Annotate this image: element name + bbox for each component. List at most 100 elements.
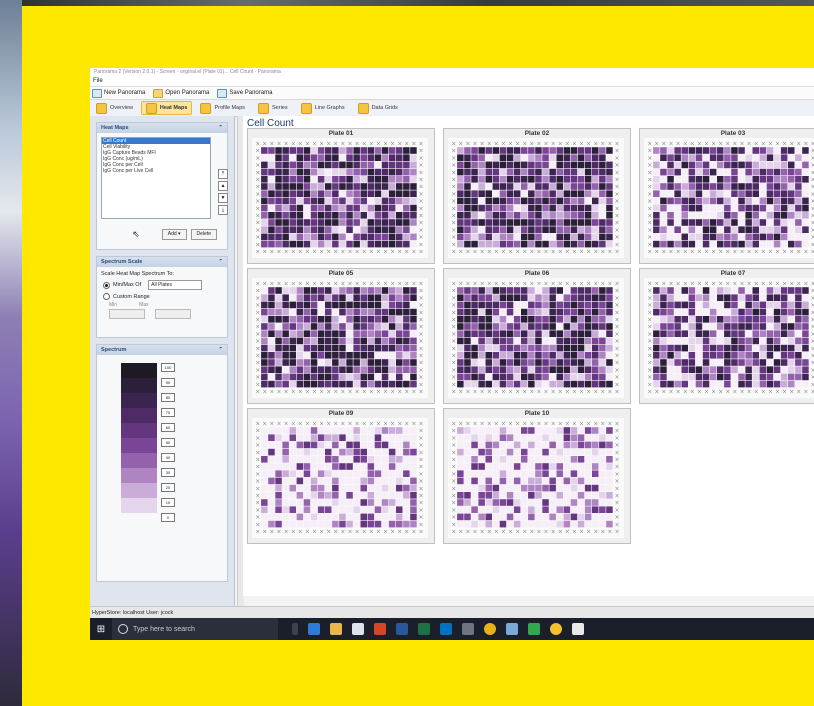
menu-file[interactable]: File [90, 77, 814, 87]
save-panorama-button[interactable]: Save Panorama [217, 88, 272, 98]
empty-well-marker: × [419, 360, 424, 367]
collapse-icon[interactable]: ⌃ [218, 257, 223, 267]
plate-heatmap[interactable]: Plate 06 × × × × × × × × × × × × × × × × × × × × × × × × × × × × × × × ×… [443, 268, 631, 404]
move-down-icon[interactable]: ▼ [218, 193, 228, 203]
app-yellow-icon[interactable] [550, 623, 562, 635]
heat-maps-panel-header[interactable]: Heat Maps ⌃ [97, 123, 227, 133]
empty-well-marker: × [451, 281, 456, 288]
add-button[interactable]: Add ▾ [161, 229, 187, 240]
chrome-icon[interactable] [484, 623, 496, 635]
plate-heatmap[interactable]: Plate 01 × × × × × × × × × × × × × × × × × × × × × × × × × × × × × × × ×… [247, 128, 435, 264]
well-cell [759, 337, 767, 345]
open-panorama-button[interactable]: Open Panorama [153, 88, 209, 98]
tab-line-graphs[interactable]: Line Graphs [296, 101, 350, 115]
panorama-app-icon[interactable] [572, 623, 584, 635]
well-cell [403, 226, 410, 233]
tab-data-grids[interactable]: Data Grids [353, 101, 403, 115]
well-cell [549, 316, 556, 323]
empty-well-marker: × [572, 389, 577, 396]
edge-icon[interactable] [308, 623, 320, 635]
empty-well-marker: × [376, 141, 381, 148]
plate-heatmap[interactable]: Plate 03 × × × × × × × × × × × × × × × × × × × × × × × × × × × × × × × ×… [639, 128, 814, 264]
microphone-icon[interactable] [292, 623, 298, 635]
well-cell [788, 359, 795, 366]
well-cell [795, 226, 802, 233]
empty-well-marker: × [544, 281, 549, 288]
outlook-icon[interactable] [440, 623, 452, 635]
collapse-icon[interactable]: ⌃ [218, 345, 223, 355]
well-cell [731, 366, 738, 373]
heat-map-list[interactable]: Cell Count Cell Viability IgG Capture Be… [101, 137, 211, 219]
well-cell [606, 176, 613, 183]
calculator-icon[interactable] [462, 623, 474, 635]
plate-heatmap[interactable]: Plate 09 × × × × × × × × × × × × × × × × × × × × × × × × × × × × × × × ×… [247, 408, 435, 544]
word-icon[interactable] [396, 623, 408, 635]
plate-heatmap[interactable]: Plate 07 × × × × × × × × × × × × × × × × × × × × × × × × × × × × × × × ×… [639, 268, 814, 404]
new-panorama-button[interactable]: New Panorama [92, 88, 145, 98]
well-cell [471, 373, 478, 381]
list-item[interactable]: IgG Conc per Live Cell [102, 168, 210, 174]
well-cell [542, 448, 549, 456]
plates-select[interactable]: All Plates [148, 280, 203, 290]
well-cell [485, 226, 492, 233]
empty-well-marker: × [615, 177, 620, 184]
well-cell [339, 197, 346, 205]
well-cell [528, 176, 535, 183]
well-cell [563, 190, 571, 197]
well-cell [570, 233, 578, 241]
well-cell [599, 316, 606, 323]
excel-icon[interactable] [418, 623, 430, 635]
spectrum-header[interactable]: Spectrum ⌃ [97, 345, 227, 355]
delete-button[interactable]: Delete [190, 229, 217, 240]
windows-start-icon[interactable]: ⊞ [90, 624, 112, 635]
well-cell [717, 147, 724, 154]
minmax-radio[interactable]: Min/Max Of All Plates [103, 280, 227, 290]
well-cell [724, 197, 731, 205]
tab-overview[interactable]: Overview [91, 101, 138, 115]
plate-heatmap[interactable]: Plate 10 × × × × × × × × × × × × × × × × × × × × × × × × × × × × × × × ×… [443, 408, 631, 544]
store-icon[interactable] [352, 623, 364, 635]
well-cell [317, 190, 325, 197]
well-cell [752, 359, 759, 366]
well-cell [396, 226, 403, 233]
move-top-icon[interactable]: ⤒ [218, 169, 228, 179]
well-cell [268, 470, 275, 477]
well-cell [752, 212, 759, 219]
move-up-icon[interactable]: ▲ [218, 181, 228, 191]
plate-heatmap[interactable]: Plate 05 × × × × × × × × × × × × × × × × × × × × × × × × × × × × × × × ×… [247, 268, 435, 404]
well-cell [563, 176, 571, 183]
empty-well-marker: × [654, 249, 659, 256]
min-input[interactable] [109, 309, 145, 319]
paint-icon[interactable] [506, 623, 518, 635]
max-input[interactable] [155, 309, 191, 319]
plate-heatmap[interactable]: Plate 02 × × × × × × × × × × × × × × × × × × × × × × × × × × × × × × × ×… [443, 128, 631, 264]
well-cell [556, 308, 563, 316]
empty-well-marker: × [255, 234, 260, 241]
move-bottom-icon[interactable]: ⤓ [218, 205, 228, 215]
well-cell [606, 513, 613, 521]
tab-series[interactable]: Series [253, 101, 293, 115]
empty-well-marker: × [697, 249, 702, 256]
spectrum-scale-header[interactable]: Spectrum Scale ⌃ [97, 257, 227, 267]
powerpoint-icon[interactable] [374, 623, 386, 635]
well-cell [296, 456, 304, 463]
empty-well-marker: × [333, 249, 338, 256]
well-cell [556, 470, 563, 477]
custom-range-radio[interactable]: Custom Range [103, 293, 227, 300]
taskbar-search[interactable]: Type here to search [112, 618, 278, 640]
well-cell [353, 344, 360, 352]
well-cell [410, 427, 417, 434]
well-cell [599, 240, 606, 248]
collapse-icon[interactable]: ⌃ [218, 123, 223, 133]
app-green-icon[interactable] [528, 623, 540, 635]
well-cell [396, 168, 403, 176]
well-cell [310, 190, 318, 197]
well-cell [374, 294, 382, 301]
well-cell [353, 492, 360, 499]
well-cell [403, 287, 410, 294]
tab-profile-maps[interactable]: Profile Maps [195, 101, 250, 115]
well-cell [681, 197, 688, 205]
well-cell [396, 470, 403, 477]
file-explorer-icon[interactable] [330, 623, 342, 635]
tab-heat-maps[interactable]: Heat Maps [140, 101, 193, 115]
